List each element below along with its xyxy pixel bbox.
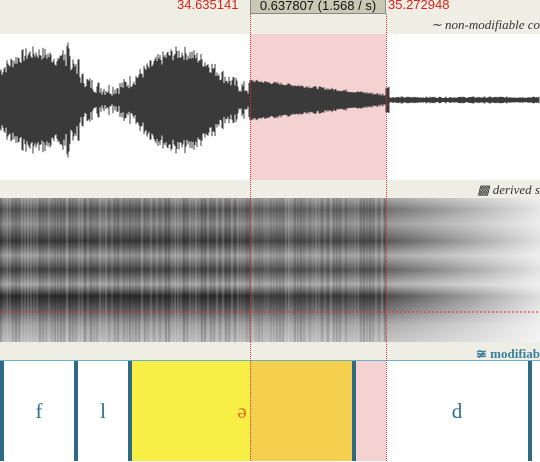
segment-d[interactable]: d [386, 361, 528, 461]
selection-end-time: 35.272948 [388, 0, 450, 12]
spectrogram-plot [0, 198, 540, 342]
segment-selection-gap[interactable] [356, 361, 386, 461]
segment-label: ə [237, 398, 247, 423]
spectrogram-tier-name: derived s [492, 182, 540, 197]
modifiable-icon: ≆ [476, 346, 487, 361]
grid-icon: ▩ [477, 182, 490, 197]
segment-tier-name: modifiab [490, 346, 540, 361]
waveform-tier-name: non-modifiable co [445, 17, 540, 32]
segment-l[interactable]: l [78, 361, 128, 461]
waveform-tier-label: ∼ non-modifiable co [431, 17, 540, 33]
segment-label: f [35, 398, 43, 423]
segment-boundary[interactable] [528, 361, 532, 461]
spectrogram-panel[interactable] [0, 198, 540, 342]
segment-boundary[interactable] [74, 361, 78, 461]
segment-tier-panel[interactable]: f l ə d [0, 360, 540, 462]
wave-icon: ∼ [430, 17, 442, 32]
time-readout-bar: 34.635141 0.637807 (1.568 / s) 35.272948 [0, 0, 540, 14]
segment-label: l [100, 398, 106, 423]
waveform-panel[interactable] [0, 34, 540, 180]
selection-start-time: 34.635141 [177, 0, 239, 12]
waveform-plot [0, 34, 540, 180]
segment-label: d [451, 398, 463, 423]
segment-schwa: ə [132, 361, 352, 461]
segment-boundary[interactable] [0, 361, 4, 461]
segment-f[interactable]: f [4, 361, 74, 461]
selection-end-line[interactable] [386, 14, 387, 461]
spectrogram-tier-label: ▩ derived s [477, 182, 540, 198]
segment-boundary[interactable] [352, 361, 356, 461]
selection-duration[interactable]: 0.637807 (1.568 / s) [250, 0, 386, 14]
selection-start-line[interactable] [250, 14, 251, 461]
segment-boundary[interactable] [128, 361, 132, 461]
